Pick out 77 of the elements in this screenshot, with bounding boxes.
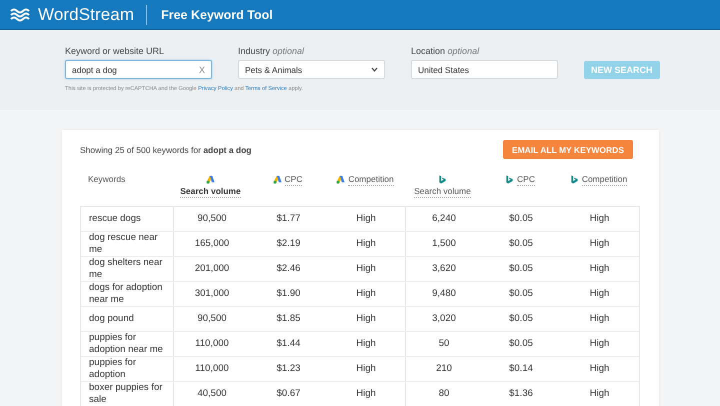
table-cell-text: $2.46 — [276, 262, 302, 276]
bing-b-icon — [505, 175, 514, 184]
bing-b-icon — [570, 175, 579, 184]
column-header[interactable]: Keywords — [88, 174, 126, 185]
location-field[interactable]: United States — [411, 60, 558, 79]
table-cell-text: High — [588, 237, 610, 251]
table-cell-text: High — [355, 362, 377, 376]
field-label: Industry optional — [238, 46, 306, 56]
table-cell: 50 — [405, 332, 482, 356]
table-cell-text: $1.90 — [276, 287, 302, 301]
table-cell-text: High — [355, 237, 377, 251]
ads-triangle-icon — [336, 175, 346, 184]
table-cell: 90,500 — [173, 307, 250, 331]
table-cell-text: $0.05 — [508, 337, 534, 351]
table-cell: 201,000 — [173, 257, 250, 281]
column-header[interactable]: Search volume — [414, 186, 471, 198]
table-cell-text: $1.23 — [276, 362, 302, 376]
table-cell-text: High — [355, 387, 377, 401]
column-header[interactable]: Competition — [582, 174, 628, 186]
ads-triangle-icon — [206, 175, 215, 184]
table-cell-text: $0.05 — [508, 237, 534, 251]
table-cell: 301,000 — [173, 282, 250, 306]
table-cell-text: High — [355, 287, 377, 301]
table-cell: 6,240 — [405, 207, 482, 231]
results-summary: Showing 25 of 500 keywords for adopt a dog — [80, 144, 252, 154]
table-cell-text: High — [588, 337, 610, 351]
industry-dropdown[interactable]: Pets & Animals — [238, 60, 385, 79]
table-cell-text: rescue dogs — [88, 212, 142, 226]
table-cell: 165,000 — [173, 232, 250, 256]
column-header[interactable]: Search volume — [180, 186, 241, 198]
table-cell-text: $1.77 — [276, 212, 302, 226]
chevron-down-icon — [371, 67, 378, 72]
field-label: Location optional — [411, 46, 480, 56]
table-cell-text: dogs for adoption near me — [88, 282, 164, 306]
table-cell: 80 — [405, 382, 482, 406]
wave-logo-icon — [10, 8, 32, 22]
table-cell: 3,020 — [405, 307, 482, 331]
page-title: Free Keyword Tool — [161, 8, 273, 22]
bing-b-icon — [438, 175, 447, 184]
table-cell: 110,000 — [173, 357, 250, 381]
table-cell-text: High — [355, 312, 377, 326]
table-cell-text: High — [588, 287, 610, 301]
column-header[interactable]: CPC — [284, 174, 302, 186]
field-label: Keyword or website URL — [65, 46, 166, 56]
table-cell-text: High — [588, 362, 610, 376]
table-cell-text: $1.85 — [276, 312, 302, 326]
table-cell: 3,620 — [405, 257, 482, 281]
table-cell-text: $2.19 — [276, 237, 302, 251]
table-cell-text: $0.14 — [508, 362, 534, 376]
keyword-field[interactable]: adopt a dog X — [65, 60, 212, 79]
clear-button[interactable]: X — [198, 64, 205, 74]
table-cell: 9,480 — [405, 282, 482, 306]
table-cell-text: $0.05 — [508, 287, 534, 301]
table-cell-text: $1.44 — [276, 337, 302, 351]
table-cell-text: High — [588, 312, 610, 326]
table-cell: 1,500 — [405, 232, 482, 256]
table-cell-text: $0.67 — [276, 387, 302, 401]
table-cell-text: High — [588, 262, 610, 276]
table-cell-text: $0.05 — [508, 312, 534, 326]
table-cell: 90,500 — [173, 207, 250, 231]
column-header[interactable]: CPC — [517, 174, 535, 186]
ads-triangle-icon — [272, 175, 282, 184]
table-cell-text: dog pound — [88, 312, 135, 326]
table-cell-text: High — [355, 212, 377, 226]
table-cell: 110,000 — [173, 332, 250, 356]
table-cell-text: $0.05 — [508, 262, 534, 276]
table-cell-text: boxer puppies for sale — [88, 382, 164, 406]
table-cell: 40,500 — [173, 382, 250, 406]
table-cell-text: $0.05 — [508, 212, 534, 226]
column-header[interactable]: Competition — [348, 174, 394, 186]
table-cell-text: High — [588, 212, 610, 226]
table-cell-text: High — [588, 387, 610, 401]
table-cell-text: High — [355, 337, 377, 351]
table-cell-text: $1.36 — [508, 387, 534, 401]
table-cell-text: High — [355, 262, 377, 276]
table-cell: 210 — [405, 357, 482, 381]
brand-name: WordStream — [38, 4, 134, 24]
